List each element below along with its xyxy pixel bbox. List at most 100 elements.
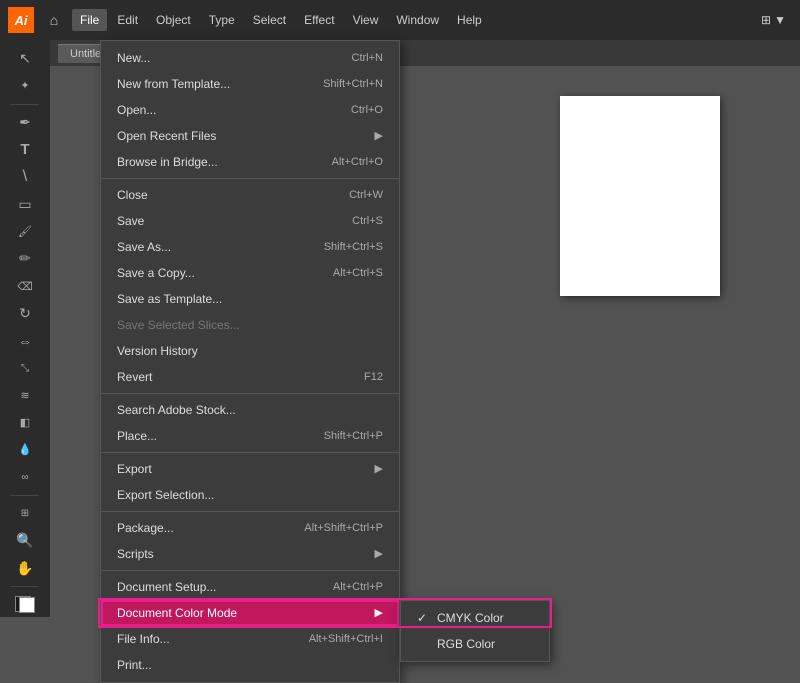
file-menu-item-package[interactable]: Package...Alt+Shift+Ctrl+P: [101, 515, 399, 541]
file-menu-item-version-history[interactable]: Version History: [101, 338, 399, 364]
tool-rect[interactable]: ▭: [9, 191, 41, 216]
tool-direct-select[interactable]: ✦: [9, 73, 41, 98]
file-menu-item-save-selected-slices: Save Selected Slices...: [101, 312, 399, 338]
file-menu-item-label-export-selection: Export Selection...: [117, 486, 214, 504]
tool-separator-2: [11, 495, 39, 496]
file-menu-item-label-save-selected-slices: Save Selected Slices...: [117, 316, 240, 334]
document-canvas: [560, 96, 720, 296]
file-menu-item-label-file-info: File Info...: [117, 630, 170, 648]
menu-view[interactable]: View: [345, 9, 387, 31]
file-menu-separator: [101, 393, 399, 394]
tool-reflect[interactable]: ⇔: [9, 328, 41, 353]
file-menu-item-label-search-stock: Search Adobe Stock...: [117, 401, 236, 419]
file-menu-item-doc-color-mode[interactable]: Document Color Mode ▶: [101, 600, 399, 626]
tool-line[interactable]: \: [9, 164, 41, 189]
workspace-arrow: ▼: [774, 13, 786, 27]
workspace-switcher[interactable]: ⊞ ▼: [755, 10, 792, 30]
file-menu-shortcut-place: Shift+Ctrl+P: [324, 428, 383, 445]
file-menu-item-export-selection[interactable]: Export Selection...: [101, 482, 399, 508]
tool-eyedropper[interactable]: 💧: [9, 437, 41, 462]
menu-edit[interactable]: Edit: [109, 9, 146, 31]
file-menu-item-label-place: Place...: [117, 427, 157, 445]
file-menu-item-export[interactable]: Export▶: [101, 456, 399, 482]
tool-type[interactable]: T: [9, 137, 41, 162]
file-menu-item-label-revert: Revert: [117, 368, 152, 386]
file-menu-item-new-from-template[interactable]: New from Template... Shift+Ctrl+N: [101, 71, 399, 97]
menu-window[interactable]: Window: [388, 9, 447, 31]
file-menu-shortcut-doc-setup: Alt+Ctrl+P: [333, 579, 383, 596]
file-menu-item-browse-bridge[interactable]: Browse in Bridge...Alt+Ctrl+O: [101, 149, 399, 175]
file-menu-item-doc-setup[interactable]: Document Setup... Alt+Ctrl+P: [101, 574, 399, 600]
file-menu-item-save[interactable]: SaveCtrl+S: [101, 208, 399, 234]
file-menu-item-place[interactable]: Place... Shift+Ctrl+P: [101, 423, 399, 449]
file-menu-shortcut-open: Ctrl+O: [351, 102, 383, 119]
file-menu-item-save-copy[interactable]: Save a Copy... Alt+Ctrl+S: [101, 260, 399, 286]
home-icon[interactable]: ⌂: [42, 8, 66, 32]
file-menu-item-label-doc-setup: Document Setup...: [117, 578, 216, 596]
file-menu-arrow-doc-color-mode: ▶: [375, 605, 383, 622]
file-menu-item-save-as[interactable]: Save As... Shift+Ctrl+S: [101, 234, 399, 260]
file-menu-item-label-new-from-template: New from Template...: [117, 75, 230, 93]
menu-object[interactable]: Object: [148, 9, 199, 31]
file-menu-item-label-scripts: Scripts: [117, 545, 154, 563]
file-menu-item-search-stock[interactable]: Search Adobe Stock...: [101, 397, 399, 423]
menu-bar: Ai ⌂ File Edit Object Type Select Effect…: [0, 0, 800, 40]
file-menu-item-revert[interactable]: RevertF12: [101, 364, 399, 390]
file-menu-separator: [101, 511, 399, 512]
tool-scale[interactable]: ⤡: [9, 355, 41, 380]
tool-separator-3: [11, 586, 39, 587]
file-menu-item-label-open: Open...: [117, 101, 156, 119]
file-menu-item-label-new: New...: [117, 49, 150, 67]
tool-eraser[interactable]: ⌫: [9, 273, 41, 298]
file-menu-item-label-print: Print...: [117, 656, 152, 674]
tool-artboard[interactable]: ⊞: [9, 501, 41, 526]
background-color[interactable]: [19, 597, 35, 613]
tool-pencil[interactable]: ✏: [9, 246, 41, 271]
file-menu-shortcut-save: Ctrl+S: [352, 213, 383, 230]
file-menu-item-file-info[interactable]: File Info... Alt+Shift+Ctrl+I: [101, 626, 399, 652]
file-menu-item-label-save-as: Save As...: [117, 238, 171, 256]
file-menu-shortcut-new-from-template: Shift+Ctrl+N: [323, 76, 383, 93]
file-menu-item-label-save-as-template: Save as Template...: [117, 290, 222, 308]
tool-pen[interactable]: ✒: [9, 110, 41, 135]
color-boxes[interactable]: [9, 592, 41, 617]
file-menu-item-new[interactable]: New...Ctrl+N: [101, 45, 399, 71]
file-menu-item-scripts[interactable]: Scripts ▶: [101, 541, 399, 567]
menu-type[interactable]: Type: [201, 9, 243, 31]
file-menu-item-label-browse-bridge: Browse in Bridge...: [117, 153, 218, 171]
file-menu-item-open[interactable]: Open... Ctrl+O: [101, 97, 399, 123]
tool-select[interactable]: ↖: [9, 46, 41, 71]
file-menu-shortcut-save-copy: Alt+Ctrl+S: [333, 265, 383, 282]
file-menu-item-close[interactable]: CloseCtrl+W: [101, 182, 399, 208]
file-menu-item-label-version-history: Version History: [117, 342, 198, 360]
workspace-grid-icon: ⊞: [761, 13, 771, 27]
file-menu-shortcut-file-info: Alt+Shift+Ctrl+I: [309, 631, 383, 648]
file-menu-dropdown: New...Ctrl+N New from Template... Shift+Ct…: [100, 40, 400, 683]
file-menu-arrow-scripts: ▶: [375, 546, 383, 563]
tool-gradient[interactable]: ◧: [9, 410, 41, 435]
file-menu-item-label-open-recent: Open Recent Files: [117, 127, 216, 145]
tool-paintbrush[interactable]: 🖌: [9, 219, 41, 244]
tool-rotate[interactable]: ↻: [9, 301, 41, 326]
file-menu-item-label-close: Close: [117, 186, 148, 204]
file-menu-item-print[interactable]: Print...: [101, 652, 399, 678]
file-menu-item-open-recent[interactable]: Open Recent Files▶: [101, 123, 399, 149]
tool-zoom[interactable]: 🔍: [9, 528, 41, 553]
tool-warp[interactable]: ≋: [9, 383, 41, 408]
menu-select[interactable]: Select: [245, 9, 294, 31]
file-menu-shortcut-save-as: Shift+Ctrl+S: [324, 239, 383, 256]
file-menu-shortcut-package: Alt+Shift+Ctrl+P: [304, 520, 383, 537]
menu-effect[interactable]: Effect: [296, 9, 342, 31]
file-menu-item-label-save-copy: Save a Copy...: [117, 264, 195, 282]
ai-logo: Ai: [8, 7, 34, 33]
menu-help[interactable]: Help: [449, 9, 490, 31]
file-menu-item-save-as-template[interactable]: Save as Template...: [101, 286, 399, 312]
tool-blend[interactable]: ∞: [9, 465, 41, 490]
menu-file[interactable]: File: [72, 9, 107, 31]
toolbar: ↖ ✦ ✒ T \ ▭ 🖌 ✏ ⌫ ↻ ⇔ ⤡ ≋ ◧ 💧 ∞ ⊞ 🔍 ✋: [0, 40, 50, 617]
file-menu-item-label-doc-color-mode: Document Color Mode: [117, 604, 237, 622]
file-menu-separator: [101, 452, 399, 453]
file-menu-item-label-export: Export: [117, 460, 152, 478]
tool-hand[interactable]: ✋: [9, 555, 41, 580]
tool-separator-1: [11, 104, 39, 105]
